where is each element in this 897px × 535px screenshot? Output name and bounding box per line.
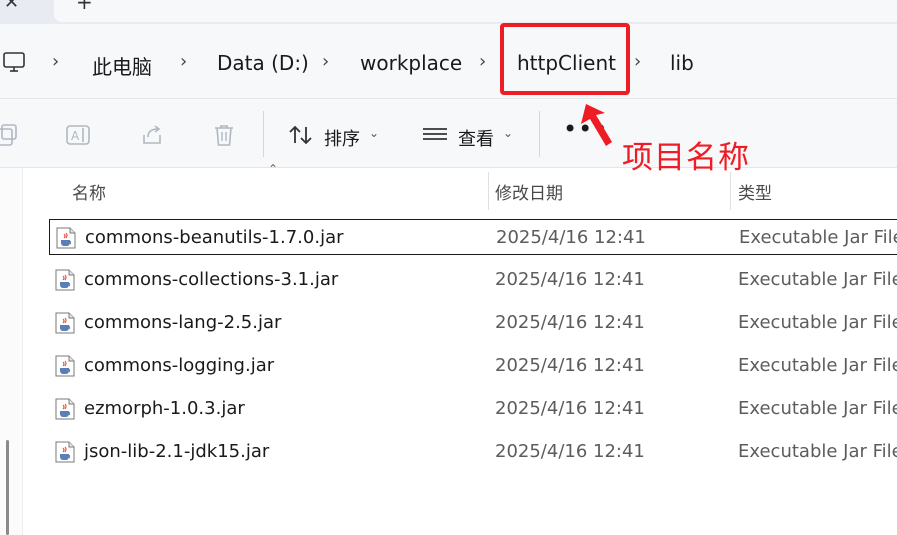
file-modified-date: 2025/4/16 12:41	[495, 269, 645, 290]
file-type: Executable Jar File	[739, 227, 897, 248]
delete-icon[interactable]	[212, 123, 236, 147]
sort-button[interactable]: 排序	[324, 125, 360, 151]
annotation-arrow-icon	[581, 104, 612, 146]
rename-icon[interactable]: A	[66, 123, 92, 147]
file-name[interactable]: commons-collections-3.1.jar	[84, 269, 338, 290]
java-jar-icon	[56, 227, 76, 249]
java-jar-icon	[55, 355, 75, 377]
file-name[interactable]: commons-logging.jar	[84, 355, 274, 376]
file-modified-date: 2025/4/16 12:41	[495, 312, 645, 333]
file-modified-date: 2025/4/16 12:41	[495, 441, 645, 462]
breadcrumb-item-workplace[interactable]: workplace	[360, 51, 462, 75]
file-name[interactable]: commons-lang-2.5.jar	[84, 312, 281, 333]
active-tab[interactable]	[54, 0, 897, 22]
column-header-name[interactable]: 名称	[72, 179, 106, 204]
navigation-pane[interactable]	[0, 168, 23, 535]
breadcrumb-item-this-pc[interactable]: 此电脑	[92, 51, 152, 80]
breadcrumb-separator-icon[interactable]: ›	[322, 51, 329, 72]
column-divider[interactable]	[730, 172, 731, 210]
column-header-date[interactable]: 修改日期	[495, 179, 563, 204]
chevron-down-icon[interactable]: ⌄	[503, 126, 513, 140]
sort-ascending-icon: ⌃	[268, 162, 279, 176]
toolbar-divider	[539, 111, 540, 157]
breadcrumb-separator-icon[interactable]: ›	[180, 51, 187, 72]
file-row[interactable]: commons-beanutils-1.7.0.jar 2025/4/16 12…	[49, 219, 897, 255]
file-type: Executable Jar File	[738, 398, 897, 419]
java-jar-icon	[55, 269, 75, 291]
file-modified-date: 2025/4/16 12:41	[496, 227, 646, 248]
address-bar[interactable]: › 此电脑 › Data (D:) › workplace › httpClie…	[0, 24, 897, 98]
java-jar-icon	[55, 441, 75, 463]
file-row[interactable]: commons-logging.jar 2025/4/16 12:41 Exec…	[49, 348, 897, 384]
file-type: Executable Jar File	[738, 312, 897, 333]
file-row[interactable]: commons-collections-3.1.jar 2025/4/16 12…	[49, 262, 897, 298]
annotation-label: 项目名称	[622, 140, 750, 176]
breadcrumb-separator-icon[interactable]: ›	[634, 51, 641, 72]
breadcrumb-item-data-drive[interactable]: Data (D:)	[217, 51, 309, 75]
file-name[interactable]: json-lib-2.1-jdk15.jar	[84, 441, 269, 462]
file-modified-date: 2025/4/16 12:41	[495, 398, 645, 419]
annotation-highlight-box	[500, 23, 630, 95]
chevron-down-icon[interactable]: ⌄	[369, 126, 379, 140]
file-type: Executable Jar File	[738, 441, 897, 462]
new-tab-button[interactable]: +	[76, 0, 93, 12]
toolbar-divider	[263, 111, 264, 157]
file-name[interactable]: ezmorph-1.0.3.jar	[84, 398, 245, 419]
copy-icon[interactable]	[0, 123, 20, 147]
scrollbar-thumb[interactable]	[6, 440, 9, 535]
java-jar-icon	[55, 398, 75, 420]
file-name[interactable]: commons-beanutils-1.7.0.jar	[85, 227, 344, 248]
share-icon[interactable]	[140, 123, 164, 147]
file-type: Executable Jar File	[738, 355, 897, 376]
view-button[interactable]: 查看	[458, 125, 494, 151]
tab-strip: ✕ +	[0, 0, 897, 24]
breadcrumb-separator-icon[interactable]: ›	[479, 51, 486, 72]
close-tab-icon[interactable]: ✕	[4, 0, 19, 12]
column-divider[interactable]	[488, 172, 489, 210]
file-row[interactable]: ezmorph-1.0.3.jar 2025/4/16 12:41 Execut…	[49, 391, 897, 427]
file-row[interactable]: json-lib-2.1-jdk15.jar 2025/4/16 12:41 E…	[49, 434, 897, 470]
file-type: Executable Jar File	[738, 269, 897, 290]
file-row[interactable]: commons-lang-2.5.jar 2025/4/16 12:41 Exe…	[49, 305, 897, 341]
breadcrumb-item-lib[interactable]: lib	[670, 51, 694, 75]
svg-text:A: A	[71, 129, 80, 143]
view-icon[interactable]	[422, 123, 448, 147]
java-jar-icon	[55, 312, 75, 334]
computer-icon[interactable]	[2, 50, 26, 74]
sort-icon[interactable]	[288, 123, 314, 147]
command-toolbar: A 排序 ⌄ 查看 ⌄ •••	[0, 98, 897, 168]
breadcrumb-separator-icon[interactable]: ›	[52, 51, 59, 72]
file-modified-date: 2025/4/16 12:41	[495, 355, 645, 376]
column-header-type[interactable]: 类型	[738, 179, 772, 204]
